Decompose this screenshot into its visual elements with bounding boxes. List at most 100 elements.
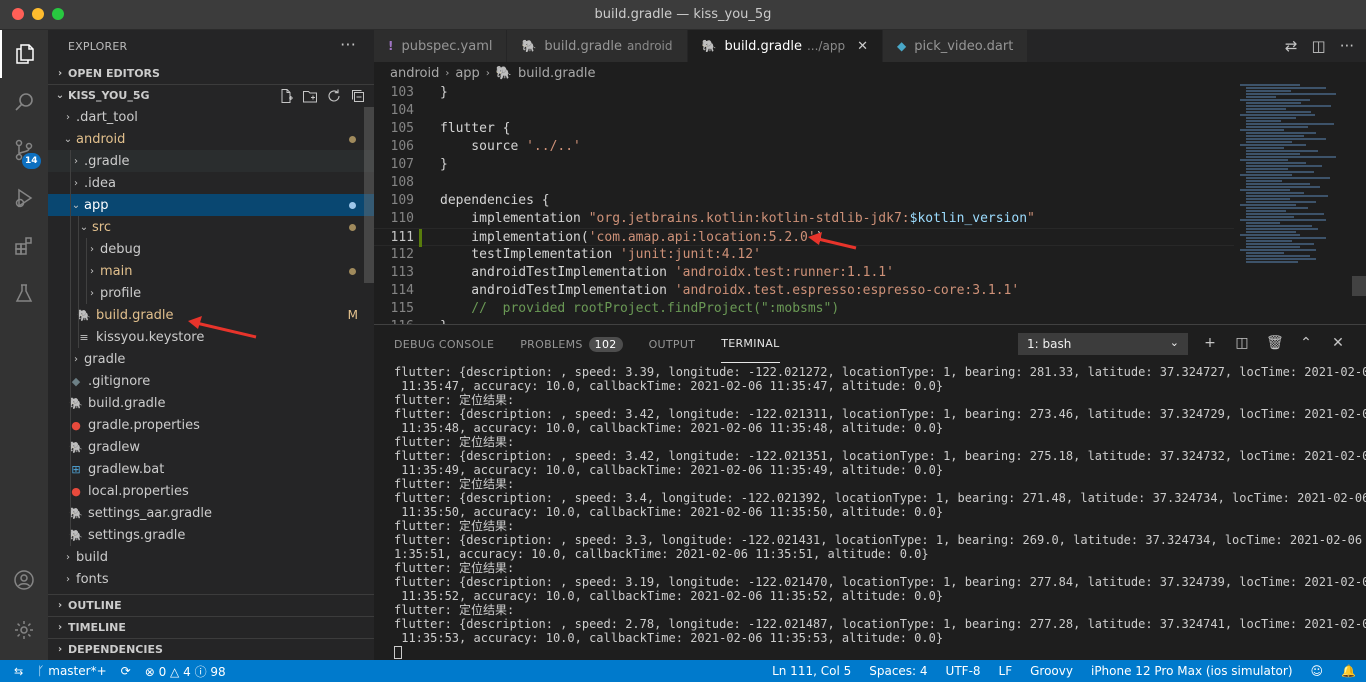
tab-description: android — [626, 39, 673, 53]
code-text: flutter { — [440, 121, 511, 136]
split-terminal-icon[interactable]: ◫ — [1234, 335, 1250, 351]
sync-icon[interactable]: ⟳ — [121, 664, 131, 678]
tree-item[interactable]: › fonts — [48, 568, 374, 590]
bell-icon[interactable]: 🔔 — [1341, 664, 1356, 678]
tree-item[interactable]: › main — [48, 260, 374, 282]
indent-guide — [70, 348, 71, 370]
close-icon[interactable]: ✕ — [857, 39, 868, 54]
search-activity[interactable] — [0, 78, 48, 126]
tree-item[interactable]: ◆ .gitignore — [48, 370, 374, 392]
problems-status[interactable]: ⊗ 0 △ 4 ⓘ 98 — [145, 663, 226, 680]
editor-tabs: ! pubspec.yaml 🐘 build.gradle android 🐘 build.… — [374, 30, 1366, 62]
encoding[interactable]: UTF-8 — [946, 664, 981, 678]
tree-item[interactable]: › .dart_tool — [48, 106, 374, 128]
tree-item[interactable]: › build — [48, 546, 374, 568]
tab-debug-console[interactable]: DEBUG CONSOLE — [394, 325, 494, 363]
new-folder-icon[interactable] — [302, 88, 318, 104]
tree-item[interactable]: ● local.properties — [48, 480, 374, 502]
code-editor[interactable]: 103} 104 105 flutter {106 source '../..' 107… — [374, 84, 1234, 324]
more-actions-icon[interactable]: ··· — [340, 35, 356, 54]
chevron-right-icon: › — [57, 644, 63, 655]
chevron-right-icon: › — [66, 111, 70, 123]
editor-scrollbar[interactable] — [1352, 276, 1366, 296]
breadcrumb-item-app[interactable]: app — [455, 66, 479, 81]
editor-tab[interactable]: ◆ pick_video.dart — [882, 30, 1029, 62]
timeline-section[interactable]: › TIMELINE — [48, 616, 374, 638]
dependencies-section[interactable]: › DEPENDENCIES — [48, 638, 374, 660]
tree-item[interactable]: 🐘 settings.gradle — [48, 524, 374, 546]
editor-tab[interactable]: 🐘 build.gradle android — [507, 30, 688, 62]
run-debug-icon — [15, 188, 33, 208]
minimap-line — [1246, 237, 1326, 239]
remote-icon[interactable]: ⇆ — [14, 665, 23, 678]
run-debug-activity[interactable] — [0, 174, 48, 222]
tab-terminal[interactable]: TERMINAL — [721, 325, 780, 363]
search-icon — [15, 93, 33, 111]
editor-tab[interactable]: 🐘 build.gradle .../app ✕ — [687, 30, 883, 62]
source-control-activity[interactable]: 14 — [0, 126, 48, 174]
new-terminal-icon[interactable]: + — [1202, 335, 1218, 351]
extensions-activity[interactable] — [0, 222, 48, 270]
breadcrumb-item-file[interactable]: build.gradle — [518, 66, 596, 81]
tree-item[interactable]: ⌄ android — [48, 128, 374, 150]
terminal-line: flutter: 定位结果: — [394, 603, 515, 617]
editor-tab[interactable]: ! pubspec.yaml — [374, 30, 508, 62]
tab-output[interactable]: OUTPUT — [649, 325, 696, 363]
minimap-line — [1246, 168, 1288, 170]
terminal-output[interactable]: flutter: {description: , speed: 3.39, lo… — [394, 365, 1366, 659]
breadcrumb: android › app › 🐘 build.gradle — [374, 62, 1366, 84]
tree-item[interactable]: › .idea — [48, 172, 374, 194]
tree-item[interactable]: › debug — [48, 238, 374, 260]
end-of-line[interactable]: LF — [999, 664, 1013, 678]
close-icon[interactable]: ✕ — [1330, 335, 1346, 351]
new-file-icon[interactable] — [278, 88, 294, 104]
tree-item[interactable]: › profile — [48, 282, 374, 304]
tree-item[interactable]: ≡ kissyou.keystore — [48, 326, 374, 348]
tree-item[interactable]: ⌄ src — [48, 216, 374, 238]
tree-item[interactable]: ⊞ gradlew.bat — [48, 458, 374, 480]
more-actions-icon[interactable]: ··· — [1340, 37, 1354, 55]
device-selector[interactable]: iPhone 12 Pro Max (ios simulator) — [1091, 664, 1293, 678]
minimap-line — [1246, 135, 1304, 137]
feedback-icon[interactable]: ☺ — [1311, 664, 1324, 678]
tree-item-label: debug — [100, 241, 141, 257]
refresh-icon[interactable] — [326, 88, 342, 104]
tree-item[interactable]: › gradle — [48, 348, 374, 370]
outline-section[interactable]: › OUTLINE — [48, 594, 374, 616]
manage-activity[interactable] — [0, 606, 48, 654]
indent-guide — [70, 436, 71, 458]
tree-item[interactable]: › .gradle — [48, 150, 374, 172]
project-section[interactable]: ⌄ KISS_YOU_5G — [48, 84, 374, 106]
tree-item[interactable]: 🐘 settings_aar.gradle — [48, 502, 374, 524]
compare-changes-icon[interactable]: ⇄ — [1285, 37, 1298, 55]
tree-item[interactable]: ● gradle.properties — [48, 414, 374, 436]
minimap-line — [1246, 207, 1308, 209]
tree-item[interactable]: 🐘 build.gradle — [48, 392, 374, 414]
branch-status[interactable]: ᚴ master*+ — [37, 664, 106, 678]
cursor-position[interactable]: Ln 111, Col 5 — [772, 664, 851, 678]
breadcrumb-item-android[interactable]: android — [390, 66, 439, 81]
tree-item[interactable]: ⌄ app — [48, 194, 374, 216]
tree-item[interactable]: 🐘 build.gradle M — [48, 304, 374, 326]
explorer-activity[interactable] — [0, 30, 48, 78]
tree-item-label: .gitignore — [88, 373, 151, 389]
sidebar-scrollbar[interactable] — [364, 107, 374, 283]
collapse-all-icon[interactable] — [350, 88, 366, 104]
language-mode[interactable]: Groovy — [1030, 664, 1073, 678]
open-editors-section[interactable]: › OPEN EDITORS — [48, 62, 374, 84]
terminal-select[interactable]: 1: bash ⌄ — [1018, 333, 1188, 355]
trash-icon[interactable]: 🗑 — [1266, 335, 1284, 351]
split-editor-icon[interactable]: ◫ — [1312, 37, 1326, 55]
terminal-line: 1:35:51, accuracy: 10.0, callbackTime: 2… — [394, 547, 929, 561]
accounts-activity[interactable] — [0, 556, 48, 604]
indentation[interactable]: Spaces: 4 — [869, 664, 927, 678]
terminal-prompt[interactable] — [394, 645, 1356, 659]
testing-activity[interactable] — [0, 270, 48, 318]
minimap-line — [1246, 186, 1320, 188]
tree-item[interactable]: 🐘 gradlew — [48, 436, 374, 458]
chevron-up-icon[interactable]: ⌃ — [1298, 335, 1314, 351]
minimap-line — [1246, 162, 1306, 164]
tree-item-label: local.properties — [88, 483, 189, 499]
minimap[interactable] — [1240, 84, 1356, 324]
tab-problems[interactable]: PROBLEMS 102 — [520, 325, 623, 363]
